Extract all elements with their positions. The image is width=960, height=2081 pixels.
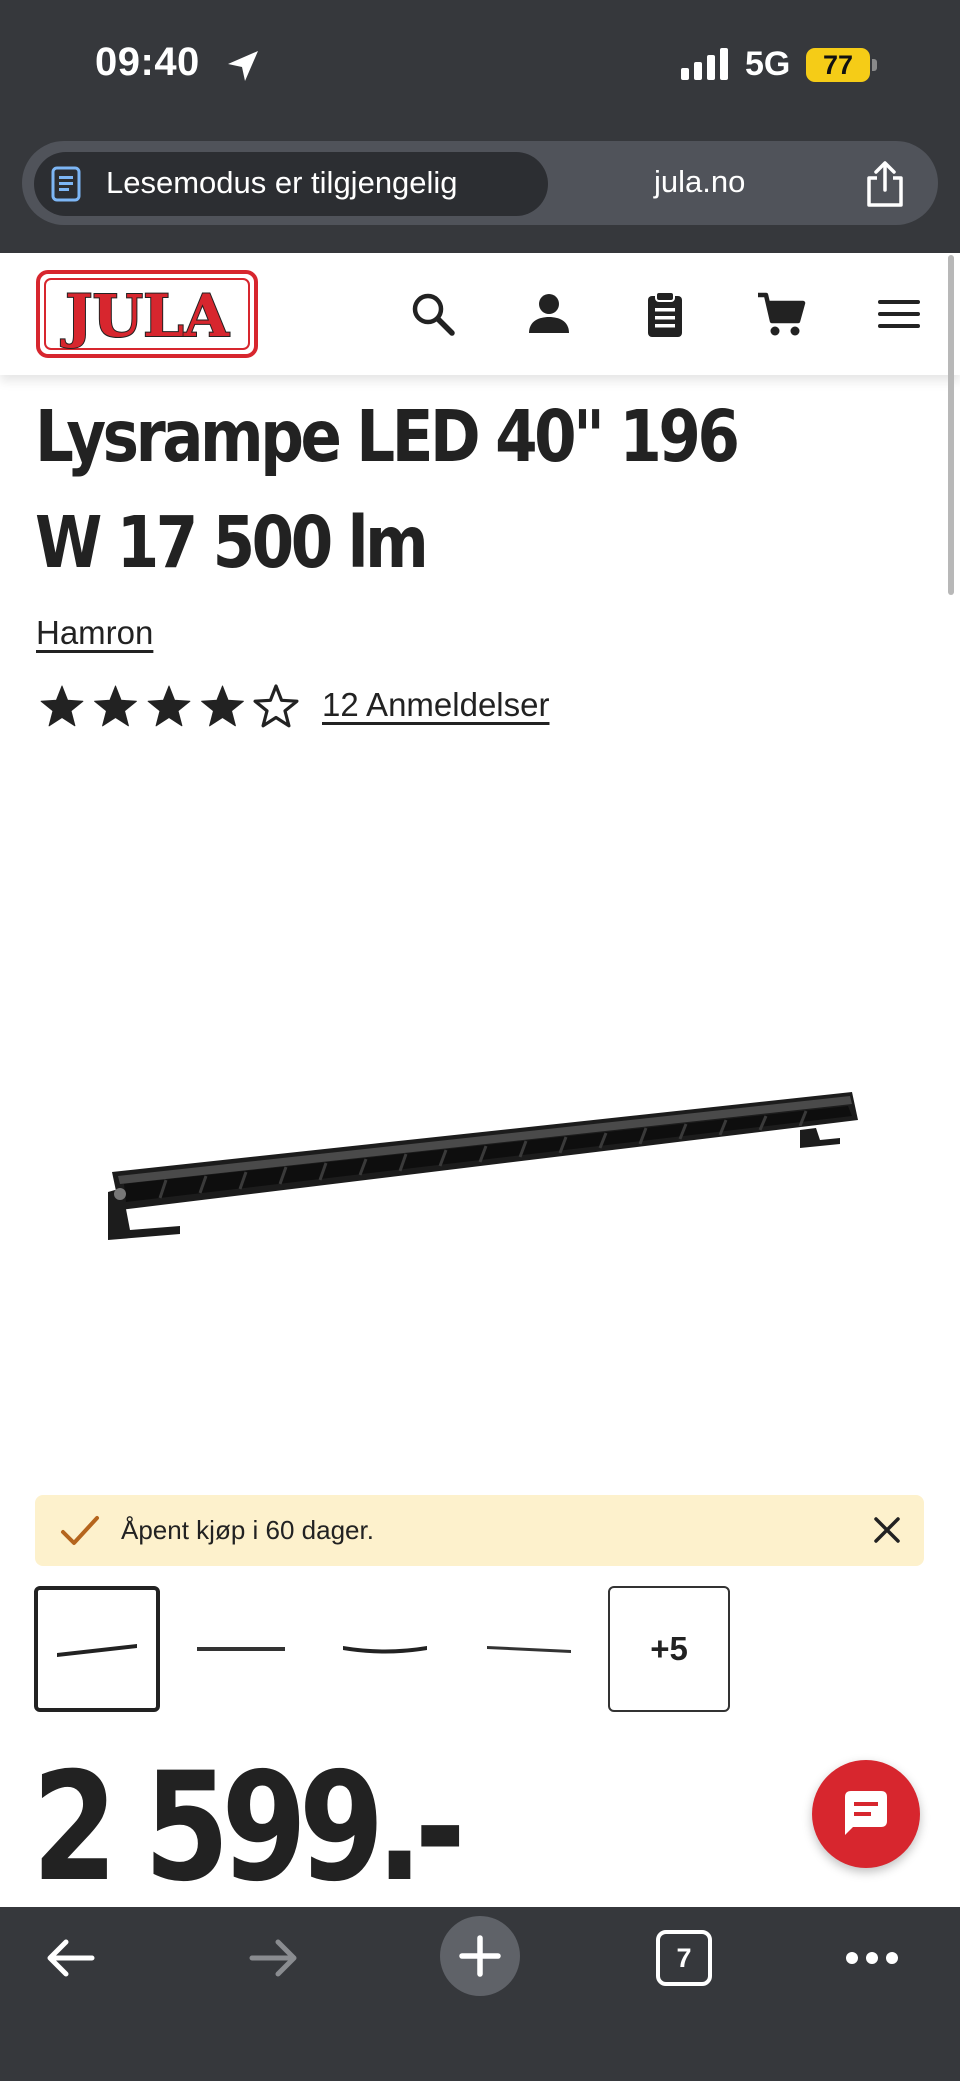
cart-icon[interactable]	[756, 289, 806, 339]
forward-arrow-icon[interactable]	[246, 1930, 302, 1986]
star-filled-icon	[201, 685, 244, 727]
chat-button[interactable]	[812, 1760, 920, 1868]
rating-stars	[40, 684, 299, 728]
battery-nub	[872, 59, 877, 71]
url-domain[interactable]: jula.no	[654, 164, 745, 200]
battery-indicator: 77	[806, 48, 870, 82]
page-scrollbar[interactable]	[948, 255, 954, 595]
gallery-thumbnail-1[interactable]	[34, 1586, 160, 1712]
reviews-link[interactable]: 12 Anmeldelser	[322, 686, 549, 724]
new-tab-button[interactable]	[440, 1916, 520, 1996]
jula-logo[interactable]: JULA	[36, 270, 258, 358]
thumbnail-light-bar-icon	[197, 1647, 285, 1651]
more-options-icon[interactable]	[844, 1948, 900, 1968]
gallery-more-button[interactable]: +5	[608, 1586, 730, 1712]
star-filled-icon	[147, 685, 191, 727]
svg-text:JULA: JULA	[60, 282, 230, 350]
share-icon[interactable]	[863, 160, 907, 208]
cellular-signal-icon	[681, 48, 728, 80]
product-price: 2 599.-	[32, 1741, 466, 1915]
close-icon[interactable]	[871, 1514, 903, 1546]
thumbnail-light-bar-icon	[343, 1646, 427, 1654]
gallery-thumbnail-4[interactable]	[466, 1586, 592, 1712]
plus-icon	[459, 1935, 501, 1977]
back-arrow-icon[interactable]	[42, 1930, 98, 1986]
brand-link[interactable]: Hamron	[36, 614, 153, 652]
reader-mode-icon	[51, 166, 81, 202]
account-icon[interactable]	[524, 289, 574, 339]
star-empty-icon	[253, 684, 299, 728]
tabs-button[interactable]: 7	[656, 1930, 712, 1986]
star-filled-icon	[40, 685, 84, 727]
site-header: JULA	[0, 253, 960, 375]
chat-icon	[845, 1791, 887, 1835]
status-time: 09:40	[95, 40, 200, 84]
checkmark-icon	[61, 1516, 99, 1545]
shopping-list-icon[interactable]	[640, 289, 690, 339]
location-arrow-icon	[228, 51, 258, 81]
notice-text: Åpent kjøp i 60 dager.	[121, 1515, 374, 1545]
thumbnail-light-bar-icon	[57, 1644, 137, 1657]
gallery-thumbnail-2[interactable]	[178, 1586, 304, 1712]
thumbnail-light-bar-icon	[487, 1646, 571, 1653]
gallery-thumbnail-3[interactable]	[322, 1586, 448, 1712]
star-filled-icon	[94, 685, 137, 727]
reader-mode-label: Lesemodus er tilgjengelig	[106, 165, 458, 200]
led-light-bar	[108, 1092, 858, 1240]
product-image[interactable]	[100, 1080, 860, 1260]
search-icon[interactable]	[408, 289, 458, 339]
network-type: 5G	[745, 45, 791, 83]
menu-icon[interactable]	[874, 289, 924, 339]
product-title: Lysrampe LED 40" 196 W 17 500 lm	[35, 395, 740, 584]
open-purchase-notice: Åpent kjøp i 60 dager.	[35, 1495, 924, 1566]
